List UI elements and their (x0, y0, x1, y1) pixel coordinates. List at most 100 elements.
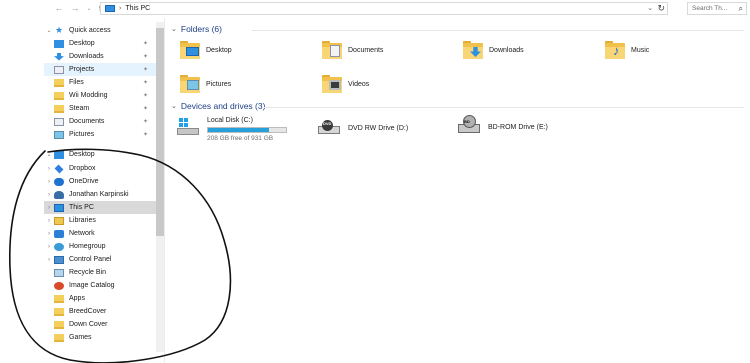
folder-tile-videos[interactable]: Videos (322, 75, 370, 93)
nav-item-this-pc[interactable]: › This PC (44, 201, 156, 214)
user-icon (54, 190, 64, 199)
nav-label: Libraries (69, 217, 96, 224)
nav-label: Downloads (69, 53, 104, 60)
group-divider (252, 30, 744, 31)
nav-item-network[interactable]: › Network (44, 227, 156, 240)
downloads-icon (54, 52, 64, 61)
drive-label: DVD RW Drive (D:) (348, 125, 409, 132)
folder-icon (54, 104, 64, 113)
folder-tile-documents[interactable]: Documents (322, 41, 383, 59)
nav-item-desktop[interactable]: Desktop ✦ (44, 37, 156, 50)
nav-label: BreedCover (69, 308, 107, 315)
nav-label: Control Panel (69, 256, 112, 263)
address-box[interactable]: › This PC ⌄ ↻ (100, 2, 668, 15)
nav-label: Steam (69, 105, 90, 112)
nav-item-control-panel[interactable]: › Control Panel (44, 253, 156, 266)
forward-button[interactable]: → (68, 1, 82, 15)
folder-label: Videos (348, 81, 370, 88)
downloads-folder-icon (463, 41, 483, 59)
documents-icon (54, 65, 64, 74)
folder-tile-music[interactable]: ♪ Music (605, 41, 650, 59)
homegroup-icon (54, 242, 64, 251)
folder-label: Downloads (489, 47, 524, 54)
search-placeholder: Search Th... (692, 5, 728, 12)
collapse-chevron-icon[interactable]: ⌄ (171, 25, 177, 33)
drive-tile-dvd-rw-d[interactable]: DVD DVD RW Drive (D:) (318, 119, 408, 137)
drive-label: BD-ROM Drive (E:) (488, 124, 548, 131)
nav-label: Image Catalog (69, 282, 115, 289)
nav-item-files[interactable]: Files ✦ (44, 76, 156, 89)
nav-item-onedrive[interactable]: › OneDrive (44, 175, 156, 188)
address-dropdown-icon[interactable]: ⌄ (647, 4, 653, 12)
nav-item-dropbox[interactable]: › Dropbox (44, 162, 156, 175)
nav-label: Recycle Bin (69, 269, 106, 276)
group-header-folders[interactable]: ⌄ Folders (6) (171, 24, 222, 34)
folder-label: Pictures (206, 81, 232, 88)
search-icon: ⌕ (738, 4, 743, 13)
nav-label: Files (69, 79, 84, 86)
pin-icon: ✦ (142, 119, 148, 125)
folder-icon (54, 307, 64, 316)
nav-quick-access[interactable]: ⌄ ★ Quick access (44, 24, 156, 37)
nav-item-games[interactable]: Games (44, 331, 156, 344)
nav-item-libraries[interactable]: › Libraries (44, 214, 156, 227)
nav-label: Desktop (69, 40, 95, 47)
nav-item-down-cover[interactable]: Down Cover (44, 318, 156, 331)
nav-item-breedcover[interactable]: BreedCover (44, 305, 156, 318)
pin-icon: ✦ (142, 41, 148, 47)
folder-icon (54, 78, 64, 87)
nav-label: Games (69, 334, 92, 341)
folder-label: Music (631, 47, 650, 54)
collapse-arrow-icon[interactable]: ⌄ (44, 27, 54, 34)
drive-tile-bd-rom-e[interactable]: BD BD-ROM Drive (E:) (458, 115, 548, 133)
nav-label: Down Cover (69, 321, 108, 328)
desktop-icon (54, 39, 64, 48)
nav-item-wii-modding[interactable]: Wii Modding ✦ (44, 89, 156, 102)
nav-item-homegroup[interactable]: › Homegroup (44, 240, 156, 253)
pin-icon: ✦ (142, 106, 148, 112)
navigation-pane: ⌄ ★ Quick access Desktop ✦ Downloads ✦ P… (44, 22, 164, 352)
nav-item-apps[interactable]: Apps (44, 292, 156, 305)
search-input[interactable]: Search Th... ⌕ (687, 2, 747, 15)
documents-icon (54, 117, 64, 126)
star-icon: ★ (54, 25, 64, 35)
group-header-devices[interactable]: ⌄ Devices and drives (3) (171, 101, 265, 111)
folder-tile-downloads[interactable]: Downloads (463, 41, 524, 59)
nav-item-jonathan-karpinski[interactable]: › Jonathan Karpinski (44, 188, 156, 201)
collapse-arrow-icon[interactable]: ⌄ (44, 151, 54, 158)
nav-label: OneDrive (69, 178, 99, 185)
collapse-chevron-icon[interactable]: ⌄ (171, 102, 177, 110)
nav-item-pictures[interactable]: Pictures ✦ (44, 128, 156, 141)
pin-icon: ✦ (142, 132, 148, 138)
nav-label: Quick access (69, 27, 111, 34)
folder-tile-desktop[interactable]: Desktop (180, 41, 232, 59)
drive-tile-local-disk-c[interactable]: Local Disk (C:) 208 GB free of 931 GB (177, 117, 287, 142)
breadcrumb-chevron-icon[interactable]: › (119, 5, 121, 12)
nav-item-downloads[interactable]: Downloads ✦ (44, 50, 156, 63)
back-button[interactable]: ← (52, 1, 66, 15)
folder-icon (54, 294, 64, 303)
drive-label: Local Disk (C:) (207, 117, 253, 124)
refresh-icon[interactable]: ↻ (657, 3, 665, 14)
pictures-folder-icon (180, 75, 200, 93)
nav-label: Wii Modding (69, 92, 108, 99)
nav-item-projects[interactable]: Projects ✦ (44, 63, 156, 76)
pane-divider (164, 18, 165, 363)
dropbox-icon (54, 164, 64, 173)
nav-item-documents[interactable]: Documents ✦ (44, 115, 156, 128)
nav-label: Dropbox (69, 165, 96, 172)
desktop-icon (54, 150, 64, 159)
group-title: Folders (6) (180, 24, 222, 34)
breadcrumb-this-pc[interactable]: This PC (125, 5, 150, 12)
nav-label: Network (69, 230, 95, 237)
folder-icon (54, 320, 64, 329)
network-icon (54, 229, 64, 238)
nav-item-recycle-bin[interactable]: Recycle Bin (44, 266, 156, 279)
dvd-drive-icon: DVD (318, 119, 342, 137)
pin-icon: ✦ (142, 67, 148, 73)
folder-tile-pictures[interactable]: Pictures (180, 75, 232, 93)
nav-item-steam[interactable]: Steam ✦ (44, 102, 156, 115)
capacity-bar (207, 127, 287, 133)
nav-desktop-root[interactable]: ⌄ Desktop (44, 148, 156, 161)
nav-item-image-catalog[interactable]: Image Catalog (44, 279, 156, 292)
